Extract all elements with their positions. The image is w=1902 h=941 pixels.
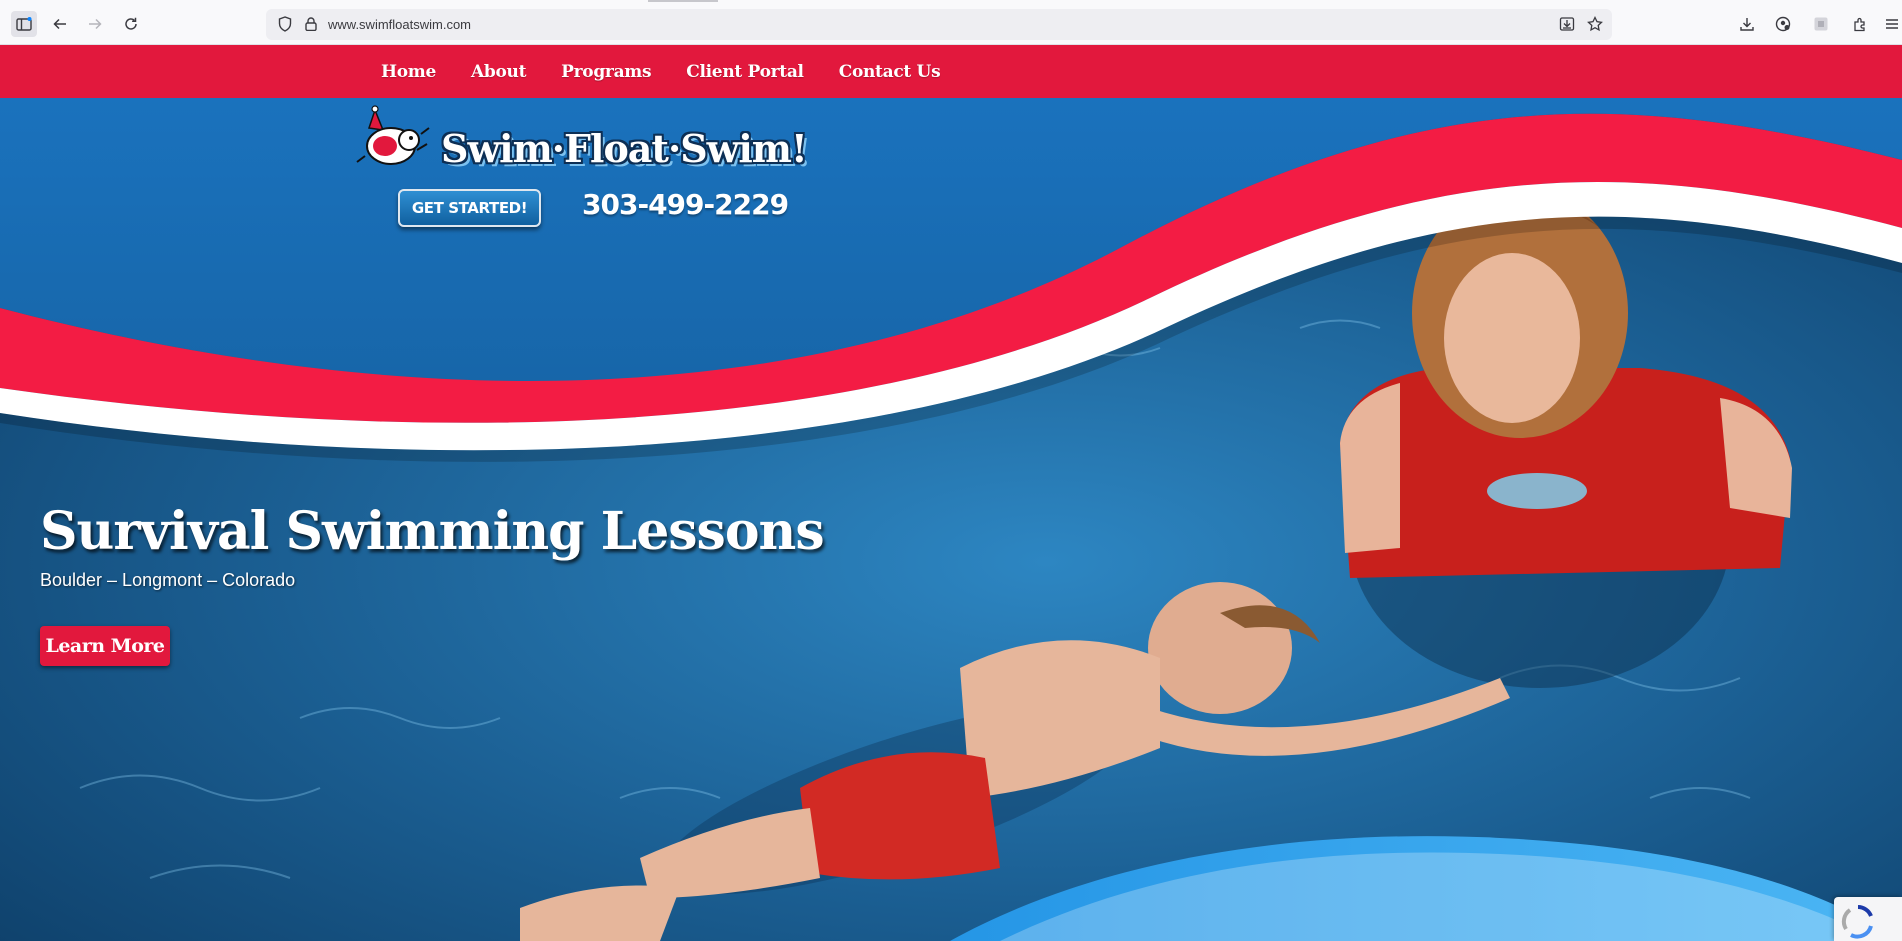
sidebar-icon[interactable] <box>11 11 37 37</box>
nav-item-home[interactable]: Home <box>381 62 436 82</box>
site-logo[interactable]: Swim·Float·Swim! <box>355 104 808 184</box>
forward-icon[interactable] <box>82 11 108 37</box>
learn-more-button[interactable]: Learn More <box>40 626 170 666</box>
nav-item-client-portal[interactable]: Client Portal <box>686 62 804 82</box>
reload-icon[interactable] <box>118 11 144 37</box>
save-page-icon[interactable] <box>1556 13 1578 35</box>
get-started-button[interactable]: GET STARTED! <box>398 189 541 227</box>
nav-item-programs[interactable]: Programs <box>561 62 651 82</box>
phone-number[interactable]: 303-499-2229 <box>582 188 789 221</box>
logo-text: Swim·Float·Swim! <box>441 126 808 171</box>
hero-subtitle: Boulder – Longmont – Colorado <box>40 570 296 590</box>
extensions-icon[interactable] <box>1847 11 1873 37</box>
tab-indicator <box>648 0 718 2</box>
hero-section: Swim·Float·Swim! GET STARTED! 303-499-22… <box>0 98 1902 941</box>
star-icon[interactable] <box>1584 13 1606 35</box>
recaptcha-badge[interactable] <box>1834 897 1902 941</box>
shield-icon[interactable] <box>274 13 296 35</box>
account-icon[interactable] <box>1770 11 1796 37</box>
main-nav: Home About Programs Client Portal Contac… <box>0 45 1902 98</box>
address-bar[interactable]: www.swimfloatswim.com <box>266 9 1612 40</box>
menu-icon[interactable] <box>1882 11 1902 37</box>
recaptcha-icon <box>1841 905 1873 939</box>
hero-title: Survival Swimming Lessons <box>40 501 825 562</box>
back-icon[interactable] <box>47 11 73 37</box>
mascot-icon <box>356 105 430 165</box>
extension-icon[interactable] <box>1808 11 1834 37</box>
browser-toolbar: www.swimfloatswim.com <box>0 0 1902 45</box>
url-text[interactable]: www.swimfloatswim.com <box>328 17 471 32</box>
downloads-icon[interactable] <box>1734 11 1760 37</box>
lock-icon[interactable] <box>300 13 322 35</box>
nav-item-about[interactable]: About <box>471 62 526 82</box>
nav-item-contact-us[interactable]: Contact Us <box>839 62 941 82</box>
